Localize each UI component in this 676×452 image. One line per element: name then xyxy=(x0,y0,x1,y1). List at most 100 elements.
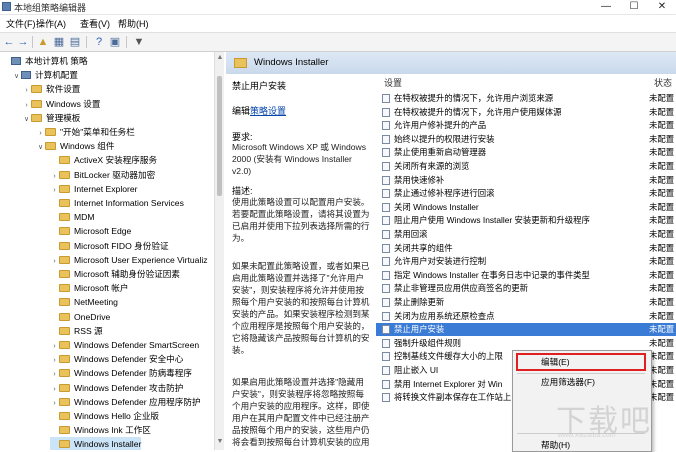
tree-node[interactable]: › Windows Defender 安全中心 xyxy=(50,352,183,366)
toolbar: ← → ▲ ▦ ▤ ? ▣ ▼ xyxy=(0,32,676,52)
setting-row[interactable]: 关闭共享的组件 未配置 xyxy=(376,242,676,255)
setting-row[interactable]: 允许用户修补提升的产品 未配置 xyxy=(376,119,676,132)
context-menu-edit[interactable]: 编辑(E) xyxy=(541,356,570,368)
tree-node[interactable]: Microsoft 帐户 xyxy=(50,281,128,295)
tree-node[interactable]: › Windows Defender SmartScreen xyxy=(50,338,199,352)
folder-icon xyxy=(59,412,70,420)
folder-icon xyxy=(59,369,70,378)
tree-node[interactable]: › Microsoft User Experience Virtualiz xyxy=(50,253,208,267)
tree-node[interactable]: RSS 源 xyxy=(50,324,103,338)
tree-node[interactable]: OneDrive xyxy=(50,310,110,324)
tree-node[interactable]: ActiveX 安装程序服务 xyxy=(50,153,157,167)
tree-node[interactable]: ∨ 计算机配置 xyxy=(12,68,78,82)
forward-arrow-icon[interactable]: → xyxy=(16,35,30,49)
tree-node-label: Microsoft 辅助身份验证因素 xyxy=(74,269,180,279)
tree-node[interactable]: › Windows 设置 xyxy=(22,97,100,111)
policy-tree: 本地计算机 策略 ∨ 计算机配置 › 软件设置 › Windows 设置 ∨ 管理模板 › "开始"… xyxy=(0,52,214,450)
close-button[interactable]: ✕ xyxy=(648,0,676,14)
setting-status: 未配置 xyxy=(649,324,675,335)
tree-node[interactable]: Internet Information Services xyxy=(50,196,184,210)
folder-icon xyxy=(59,170,70,179)
tree-node[interactable]: › Windows Defender 应用程序防护 xyxy=(50,395,200,409)
tree-node[interactable]: › Windows Defender 防病毒程序 xyxy=(50,366,192,380)
description-panel: 禁止用户安装 编辑策略设置 要求: Microsoft Windows XP 或… xyxy=(226,74,377,450)
edit-policy-link[interactable]: 策略设置 xyxy=(250,106,286,116)
scroll-up-icon[interactable]: ▲ xyxy=(216,54,224,61)
tree-node[interactable]: Microsoft Edge xyxy=(50,224,131,238)
tree-scroll-thumb[interactable] xyxy=(217,76,222,196)
menu-view[interactable]: 查看(V) xyxy=(80,17,110,30)
column-header-status[interactable]: 状态 xyxy=(654,76,672,89)
menu-action[interactable]: 操作(A) xyxy=(36,17,66,30)
setting-row[interactable]: 阻止用户使用 Windows Installer 安装更新和升级程序 未配置 xyxy=(376,214,676,227)
setting-row[interactable]: 在特权被提升的情况下，允许用户使用媒体源 未配置 xyxy=(376,106,676,119)
chevron-down-icon[interactable]: ∨ xyxy=(36,141,45,155)
tree-node[interactable]: › Windows Defender 攻击防护 xyxy=(50,381,183,395)
tree-node[interactable]: › BitLocker 驱动器加密 xyxy=(50,168,155,182)
folder-icon xyxy=(45,142,56,151)
menu-help[interactable]: 帮助(H) xyxy=(118,17,149,30)
policy-setting-icon xyxy=(382,379,390,389)
setting-row[interactable]: 禁止非管理员应用供应商签名的更新 未配置 xyxy=(376,282,676,295)
tree-node[interactable]: Windows Installer xyxy=(50,437,142,450)
tree-scrollbar[interactable]: ▲ ▼ xyxy=(214,52,224,450)
tree-node[interactable]: NetMeeting xyxy=(50,295,118,309)
show-tree-icon[interactable]: ▦ xyxy=(52,35,66,49)
setting-name: 禁止通过修补程序进行回滚 xyxy=(394,188,495,199)
setting-name: 在特权被提升的情况下，允许用户浏览来源 xyxy=(394,93,554,103)
tree-node[interactable]: Microsoft 辅助身份验证因素 xyxy=(50,267,180,281)
tree-node[interactable]: Microsoft FIDO 身份验证 xyxy=(50,239,169,253)
setting-row[interactable]: 始终以提升的权限进行安装 未配置 xyxy=(376,133,676,146)
tree-node[interactable]: MDM xyxy=(50,210,95,224)
tree-node[interactable]: Windows Ink 工作区 xyxy=(50,423,151,437)
back-arrow-icon[interactable]: ← xyxy=(2,35,16,49)
edit-line: 编辑策略设置 xyxy=(232,104,286,117)
setting-row[interactable]: 禁用回滚 未配置 xyxy=(376,228,676,241)
tree-node[interactable]: ∨ 管理模板 xyxy=(22,111,80,125)
up-folder-icon[interactable]: ▲ xyxy=(36,35,50,49)
menu-file[interactable]: 文件(F) xyxy=(6,17,36,30)
setting-name: 禁止使用重新启动管理器 xyxy=(394,147,487,158)
setting-row[interactable]: 关闭 Windows Installer 未配置 xyxy=(376,201,676,214)
tree-node[interactable]: › 软件设置 xyxy=(22,82,80,96)
export-list-icon[interactable]: ▤ xyxy=(68,35,82,49)
setting-name: 禁用快速修补 xyxy=(394,174,445,185)
chevron-down-icon[interactable]: ∨ xyxy=(12,70,21,84)
tree-node[interactable]: 本地计算机 策略 xyxy=(2,54,88,68)
tree-node[interactable]: Windows Hello 企业版 xyxy=(50,409,159,423)
policy-setting-icon xyxy=(382,121,390,131)
context-menu-filter[interactable]: 应用筛选器(F) xyxy=(541,376,595,388)
setting-row[interactable]: 允许用户对安装进行控制 未配置 xyxy=(376,255,676,268)
setting-row[interactable]: 强制升级组件规则 未配置 xyxy=(376,337,676,350)
folder-icon xyxy=(59,355,70,364)
setting-row[interactable]: 禁止通过修补程序进行回滚 未配置 xyxy=(376,187,676,200)
tree-node-label: ActiveX 安装程序服务 xyxy=(74,155,158,166)
tree-node[interactable]: › "开始"菜单和任务栏 xyxy=(36,125,135,139)
tree-node-label: Windows Hello 企业版 xyxy=(74,411,160,421)
setting-status: 未配置 xyxy=(649,365,675,375)
maximize-button[interactable]: ☐ xyxy=(620,0,648,14)
column-header-setting[interactable]: 设置 xyxy=(384,76,402,89)
setting-row[interactable]: 禁止删除更新 未配置 xyxy=(376,296,676,309)
policy-setting-icon xyxy=(382,284,390,294)
minimize-button[interactable]: — xyxy=(592,0,620,14)
setting-row[interactable]: 指定 Windows Installer 在事务日志中记录的事件类型 未配置 xyxy=(376,269,676,282)
folder-icon xyxy=(59,426,70,435)
help-icon[interactable]: ? xyxy=(92,35,106,49)
setting-row[interactable]: 禁止用户安装 未配置 xyxy=(376,323,676,337)
setting-row[interactable]: 在特权被提升的情况下，允许用户浏览来源 未配置 xyxy=(376,92,676,105)
filter-icon[interactable]: ▼ xyxy=(132,35,146,49)
tree-node-label: Microsoft User Experience Virtualiz xyxy=(74,254,208,265)
tree-node-label: Windows Installer xyxy=(74,439,142,450)
policy-setting-icon xyxy=(382,352,390,362)
setting-row[interactable]: 禁止使用重新启动管理器 未配置 xyxy=(376,146,676,159)
setting-status: 未配置 xyxy=(649,378,675,389)
setting-row[interactable]: 关闭为应用系统还原检查点 未配置 xyxy=(376,310,676,323)
scroll-down-icon[interactable]: ▼ xyxy=(216,438,224,445)
properties-icon[interactable]: ▣ xyxy=(108,35,122,49)
setting-row[interactable]: 关闭所有来源的浏览 未配置 xyxy=(376,160,676,173)
tree-node[interactable]: ∨ Windows 组件 xyxy=(36,139,115,155)
chevron-down-icon[interactable]: ∨ xyxy=(22,113,31,127)
tree-node[interactable]: › Internet Explorer xyxy=(50,182,137,196)
setting-row[interactable]: 禁用快速修补 未配置 xyxy=(376,174,676,187)
